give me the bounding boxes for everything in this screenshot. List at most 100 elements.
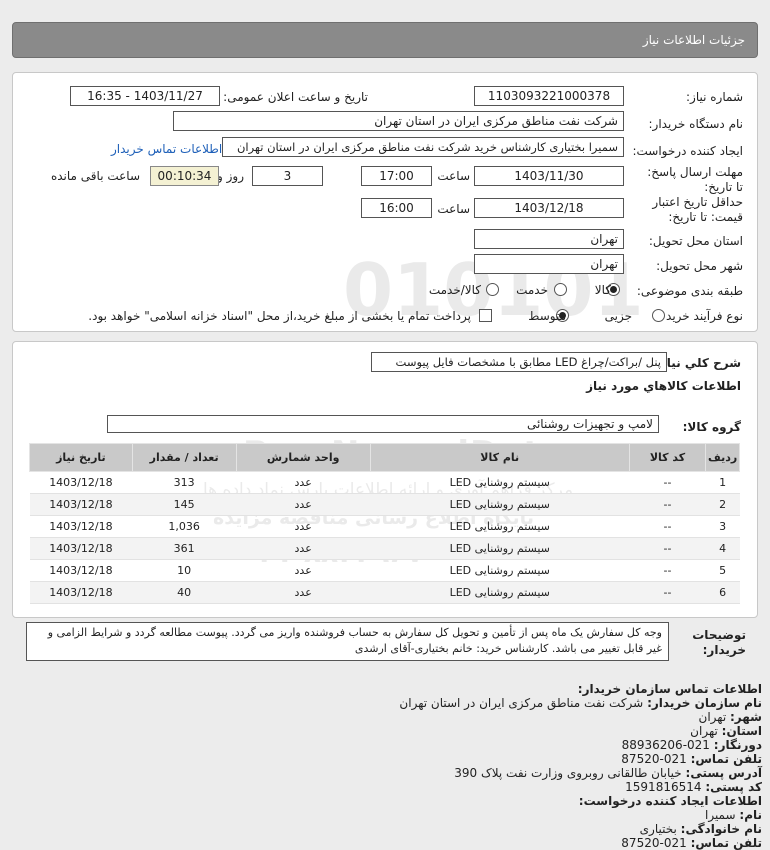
treasury-checkbox[interactable] [479, 309, 492, 322]
goods-section-title: اطلاعات کالاهاي مورد نياز [586, 379, 741, 393]
goods-group-label: گروه کالا: [682, 420, 741, 434]
goods-table-header: ردیف کد کالا نام کالا واحد شمارش تعداد /… [29, 443, 740, 472]
remaining-word: ساعت باقی مانده [50, 169, 140, 183]
table-row: 1 -- سیستم روشنایی LED عدد 313 1403/12/1… [29, 471, 740, 494]
goods-group-field: لامپ و تجهیزات روشنائی [107, 415, 659, 433]
buyer-contact-link[interactable]: اطلاعات تماس خریدار [111, 142, 222, 156]
contact-title: اطلاعات تماس سازمان خریدار: [577, 682, 762, 696]
validity-time-field: 16:00 [361, 198, 432, 218]
buyer-notes-label: توضیحات خریدار: [692, 628, 746, 657]
cell-row: 4 [705, 537, 740, 560]
creator-family: نام خانوادگی: بختیاری [639, 822, 762, 836]
payment-note: پرداخت تمام یا بخشی از مبلغ خرید،از محل … [88, 309, 471, 323]
buyer-field: شرکت نفت مناطق مرکزی ایران در استان تهرا… [173, 111, 624, 131]
contact-fax: دورنگار: 021-88936206 [621, 738, 762, 752]
need-number-field: 1103093221000378 [474, 86, 624, 106]
deadline-date-field: 1403/11/30 [474, 166, 624, 186]
cell-code: -- [629, 537, 706, 560]
table-row: 4 -- سیستم روشنایی LED عدد 361 1403/12/1… [29, 537, 740, 560]
creator-phone: تلفن تماس: 021-87520 [621, 836, 762, 850]
cell-code: -- [629, 559, 706, 582]
cell-unit: عدد [236, 581, 371, 604]
table-row: 3 -- سیستم روشنایی LED عدد 1,036 1403/12… [29, 515, 740, 538]
cell-name: سیستم روشنایی LED [370, 471, 630, 494]
category-option-service: خدمت [516, 283, 548, 297]
remaining-timer: 00:10:34 [150, 166, 219, 186]
col-unit: واحد شمارش [235, 443, 371, 472]
category-option-goods: کالا [594, 283, 611, 297]
cell-date: 1403/12/18 [29, 559, 133, 582]
cell-unit: عدد [236, 493, 371, 516]
cell-name: سیستم روشنایی LED [370, 537, 630, 560]
city-field: تهران [474, 254, 624, 274]
cell-qty: 10 [132, 559, 237, 582]
cell-code: -- [629, 471, 706, 494]
cell-date: 1403/12/18 [29, 537, 133, 560]
cell-row: 3 [705, 515, 740, 538]
contact-phone: تلفن تماس: 021-87520 [621, 752, 762, 766]
contact-province: استان: تهران [690, 724, 762, 738]
buyer-notes-text: وجه کل سفارش یک ماه پس از تأمین و تحویل … [26, 622, 669, 661]
goods-panel: ParsNamadData مرکز فراهم آوری و ارائه اط… [12, 341, 758, 618]
contact-city: شهر: تهران [698, 710, 762, 724]
contact-address: آدرس پستی: خیابان طالقانی روبروی وزارت ن… [454, 766, 762, 780]
col-qty: تعداد / مقدار [131, 443, 237, 472]
cell-qty: 1,036 [132, 515, 237, 538]
validity-label: حداقل تاریخ اعتبار قیمت: تا تاریخ: [652, 195, 743, 224]
cell-code: -- [629, 581, 706, 604]
buyer-notes-section: توضیحات خریدار: وجه کل سفارش یک ماه پس ا… [12, 622, 758, 667]
cell-date: 1403/12/18 [29, 581, 133, 604]
contact-postal: کد پستی: 1591816514 [625, 780, 762, 794]
deadline-time-word: ساعت [437, 169, 470, 183]
col-code: کد کالا [628, 443, 707, 472]
cell-name: سیستم روشنایی LED [370, 559, 630, 582]
cell-code: -- [629, 493, 706, 516]
contact-section: اطلاعات تماس سازمان خریدار: نام سازمان خ… [0, 680, 770, 850]
days-field: 3 [252, 166, 323, 186]
col-date: تاریخ نیاز [29, 443, 133, 472]
table-row: 6 -- سیستم روشنایی LED عدد 40 1403/12/18 [29, 581, 740, 604]
announce-field: 1403/11/27 - 16:35 [70, 86, 220, 106]
deadline-label: مهلت ارسال پاسخ: تا تاریخ: [647, 165, 743, 194]
days-word: روز و [217, 169, 244, 183]
creator-name: نام: سمیرا [704, 808, 762, 822]
need-info-panel: 010101 شماره نیاز: 1103093221000378 تاری… [12, 72, 758, 332]
category-radio-service[interactable] [554, 283, 567, 296]
cell-row: 5 [705, 559, 740, 582]
contact-org: نام سازمان خریدار: شرکت نفت مناطق مرکزی … [399, 696, 762, 710]
cell-qty: 40 [132, 581, 237, 604]
category-label: طبقه بندی موضوعی: [636, 284, 743, 298]
process-option-medium: متوسط [528, 309, 566, 323]
validity-time-word: ساعت [437, 202, 470, 216]
col-name: نام کالا [369, 443, 630, 472]
summary-label: شرح کلي نياز: [655, 356, 741, 370]
province-label: استان محل تحویل: [648, 234, 743, 248]
page-title: جزئیات اطلاعات نیاز [642, 33, 745, 47]
cell-unit: عدد [236, 515, 371, 538]
cell-row: 1 [705, 471, 740, 494]
process-label: نوع فرآیند خرید : [658, 309, 743, 323]
summary-field: پنل /براکت/چراغ LED مطابق با مشخصات فایل… [371, 352, 667, 372]
cell-unit: عدد [236, 537, 371, 560]
process-radio-minor[interactable] [652, 309, 665, 322]
col-row: ردیف [705, 443, 740, 472]
process-option-minor: جزیی [604, 309, 632, 323]
announce-label: تاریخ و ساعت اعلان عمومی: [223, 90, 368, 104]
cell-qty: 361 [132, 537, 237, 560]
cell-qty: 145 [132, 493, 237, 516]
table-row: 5 -- سیستم روشنایی LED عدد 10 1403/12/18 [29, 559, 740, 582]
page-header: جزئیات اطلاعات نیاز [12, 22, 758, 58]
province-field: تهران [474, 229, 624, 249]
cell-unit: عدد [236, 559, 371, 582]
cell-unit: عدد [236, 471, 371, 494]
cell-date: 1403/12/18 [29, 471, 133, 494]
deadline-time-field: 17:00 [361, 166, 432, 186]
cell-name: سیستم روشنایی LED [370, 581, 630, 604]
category-radio-both[interactable] [486, 283, 499, 296]
cell-name: سیستم روشنایی LED [370, 493, 630, 516]
cell-qty: 313 [132, 471, 237, 494]
cell-date: 1403/12/18 [29, 493, 133, 516]
table-row: 2 -- سیستم روشنایی LED عدد 145 1403/12/1… [29, 493, 740, 516]
creator-title: اطلاعات ایجاد کننده درخواست: [578, 794, 762, 808]
validity-date-field: 1403/12/18 [474, 198, 624, 218]
